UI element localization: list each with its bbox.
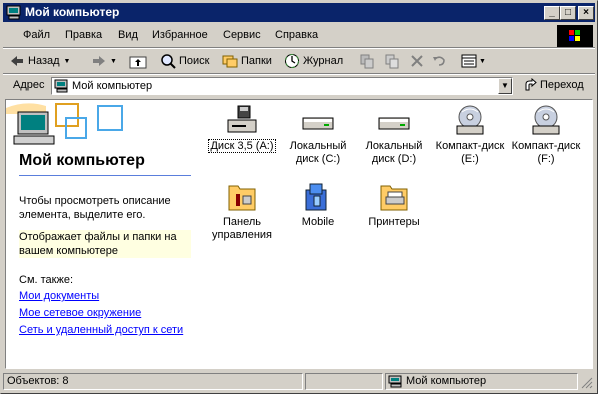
link-my-documents[interactable]: Мои документы: [19, 290, 99, 302]
menu-file[interactable]: Файл: [23, 29, 50, 41]
info-note: Отображает файлы и папки на вашем компью…: [19, 230, 191, 258]
menu-help[interactable]: Справка: [275, 29, 318, 41]
printers-folder-icon: [380, 185, 408, 211]
delete-icon: [411, 55, 423, 67]
undo-icon: [433, 56, 445, 66]
mobile-folder-icon: [305, 183, 327, 211]
content-area: Мой компьютер Чтобы просмотреть описание…: [5, 99, 593, 369]
item-label: Компакт-диск (F:): [511, 140, 581, 165]
my-computer-icon: [54, 79, 68, 93]
title-rule: [19, 175, 191, 176]
item-control-panel[interactable]: Панель управления: [204, 180, 280, 242]
status-spacer: [305, 373, 383, 390]
folders-label: Папки: [241, 55, 272, 67]
my-computer-icon: [6, 5, 21, 20]
history-label: Журнал: [303, 55, 344, 67]
forward-button[interactable]: ▼: [91, 52, 117, 70]
move-to-icon: [360, 54, 374, 69]
menu-edit[interactable]: Правка: [65, 29, 102, 41]
undo-button[interactable]: [431, 52, 447, 70]
go-arrow-icon: [525, 78, 537, 91]
link-network-dialup[interactable]: Сеть и удаленный доступ к сети: [19, 324, 183, 336]
address-bar: Адрес Мой компьютер ▼ Переход: [3, 75, 595, 97]
item-label: Принтеры: [368, 216, 420, 228]
folders-button[interactable]: Папки: [222, 52, 272, 70]
status-object-count: Объектов: 8: [3, 373, 303, 390]
menu-favorites[interactable]: Избранное: [152, 29, 208, 41]
address-value: Мой компьютер: [72, 80, 153, 92]
info-hint: Чтобы просмотреть описание элемента, выд…: [19, 195, 171, 221]
info-pane-title: Мой компьютер: [19, 152, 145, 169]
windows-logo-icon: [557, 25, 593, 47]
status-location: Мой компьютер: [385, 373, 578, 390]
history-icon: [285, 54, 299, 68]
item-label: Компакт-диск (E:): [435, 140, 505, 165]
resize-grip[interactable]: [581, 377, 593, 389]
status-bar: Объектов: 8 Мой компьютер: [3, 372, 595, 391]
up-folder-icon: [129, 56, 147, 69]
title-bar[interactable]: Мой компьютер _ □ ×: [3, 3, 595, 22]
copy-to-button[interactable]: [384, 52, 400, 70]
back-dropdown-icon[interactable]: ▼: [64, 58, 71, 65]
floppy-drive-icon: [227, 105, 257, 133]
maximize-button[interactable]: □: [560, 6, 576, 20]
toolbar: Назад ▼ ▼ Поиск Папки Журнал ▼: [3, 49, 595, 73]
menu-bar: Файл Правка Вид Избранное Сервис Справка: [3, 25, 595, 47]
see-also-label: См. также:: [19, 274, 73, 286]
item-disk-c[interactable]: Локальный диск (C:): [280, 104, 356, 166]
minimize-button[interactable]: _: [544, 6, 560, 20]
item-label: Mobile: [301, 216, 335, 228]
item-label: Локальный диск (C:): [289, 140, 347, 165]
go-button[interactable]: Переход: [523, 78, 584, 92]
item-cd-e[interactable]: Компакт-диск (E:): [432, 104, 508, 166]
hard-drive-icon: [378, 117, 410, 130]
forward-dropdown-icon[interactable]: ▼: [110, 58, 117, 65]
my-computer-icon: [388, 375, 402, 388]
address-dropdown-button[interactable]: ▼: [498, 78, 512, 94]
item-floppy-a[interactable]: Диск 3,5 (A:): [204, 104, 280, 153]
address-label: Адрес: [13, 79, 45, 91]
window: Мой компьютер _ □ × Файл Правка Вид Избр…: [0, 0, 598, 394]
views-dropdown-icon[interactable]: ▼: [479, 58, 486, 65]
info-pane: Мой компьютер Чтобы просмотреть описание…: [6, 100, 194, 368]
move-to-button[interactable]: [359, 52, 375, 70]
item-printers[interactable]: Принтеры: [356, 180, 432, 229]
item-label: Локальный диск (D:): [365, 140, 423, 165]
menu-view[interactable]: Вид: [118, 29, 138, 41]
go-label: Переход: [540, 79, 584, 91]
control-panel-icon: [228, 185, 256, 211]
item-mobile[interactable]: Mobile: [280, 180, 356, 229]
views-icon: [461, 54, 477, 68]
close-button[interactable]: ×: [578, 6, 594, 20]
copy-to-icon: [385, 54, 399, 69]
back-label: Назад: [28, 55, 60, 67]
up-folder-button[interactable]: [129, 52, 147, 70]
forward-arrow-icon: [93, 56, 105, 66]
item-label: Диск 3,5 (A:): [208, 139, 276, 153]
search-icon: [161, 54, 176, 69]
cd-drive-icon: [456, 105, 484, 135]
my-computer-banner-icon: [6, 103, 123, 145]
item-label: Панель управления: [212, 216, 272, 241]
views-button[interactable]: ▼: [461, 52, 486, 70]
search-label: Поиск: [179, 55, 210, 67]
history-button[interactable]: Журнал: [284, 52, 343, 70]
search-button[interactable]: Поиск: [160, 52, 209, 70]
menu-tools[interactable]: Сервис: [223, 29, 261, 41]
cd-drive-icon: [532, 105, 560, 135]
link-network-places[interactable]: Мое сетевое окружение: [19, 307, 141, 319]
folders-icon: [222, 55, 238, 68]
back-arrow-icon: [11, 56, 23, 66]
item-disk-d[interactable]: Локальный диск (D:): [356, 104, 432, 166]
hard-drive-icon: [302, 117, 334, 130]
item-cd-f[interactable]: Компакт-диск (F:): [508, 104, 584, 166]
back-button[interactable]: Назад ▼: [9, 52, 70, 70]
delete-button[interactable]: [409, 52, 425, 70]
status-location-label: Мой компьютер: [406, 375, 487, 387]
window-title: Мой компьютер: [25, 5, 120, 19]
address-input[interactable]: Мой компьютер ▼: [51, 77, 513, 95]
